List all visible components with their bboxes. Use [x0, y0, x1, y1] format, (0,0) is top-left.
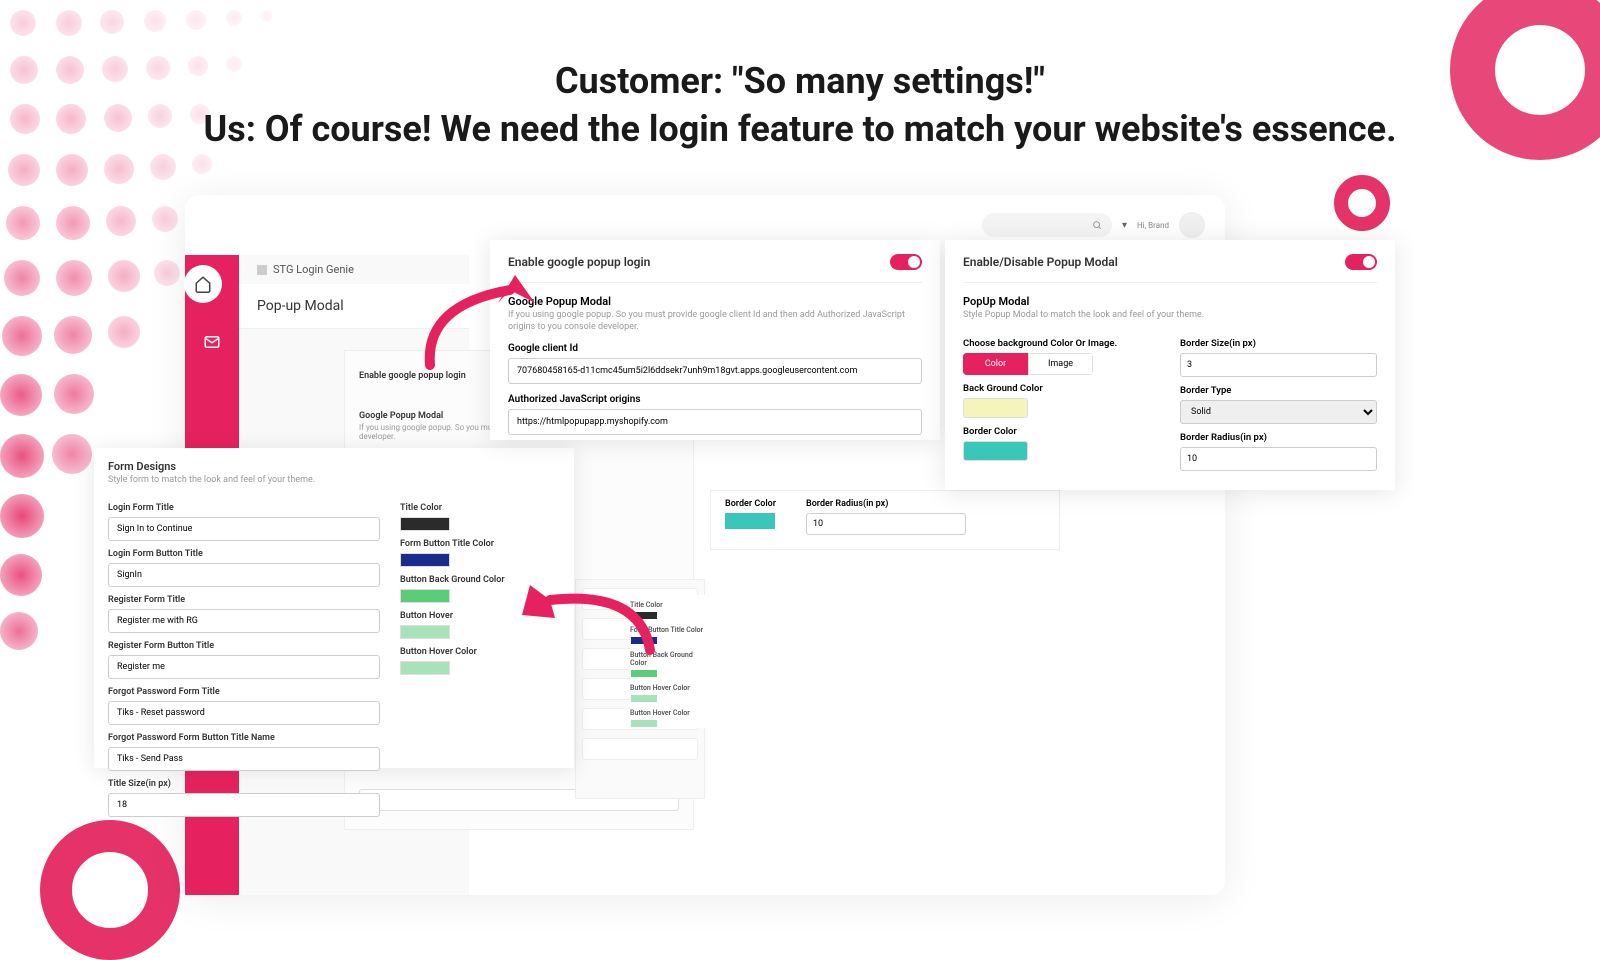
arrow-annotation-2: [510, 580, 660, 670]
border-radius-input[interactable]: [1180, 447, 1377, 471]
title-color-swatch[interactable]: [400, 517, 450, 531]
google-origins-label: Authorized JavaScript origins: [508, 394, 922, 405]
mini-btn-hover-swatch[interactable]: [630, 694, 658, 703]
forgot-title-label: Forgot Password Form Title: [108, 687, 380, 697]
border-color-label: Border Color: [963, 426, 1160, 437]
arrow-annotation-1: [420, 275, 560, 375]
ring-decoration-bottom: [40, 820, 180, 960]
mini-btn-bg-swatch[interactable]: [630, 669, 658, 678]
bg-choice-pills: Color Image: [963, 353, 1093, 375]
search-input[interactable]: [982, 213, 1112, 237]
popup-enable-toggle[interactable]: [1345, 254, 1377, 270]
form-designs-panel: Form Designs Style form to match the loo…: [94, 448, 574, 768]
ring-decoration-small: [1334, 175, 1390, 231]
border-type-select[interactable]: Solid: [1180, 400, 1377, 424]
forgot-btn-label: Forgot Password Form Button Title Name: [108, 733, 380, 743]
bg-color-label: Back Ground Color: [963, 383, 1160, 394]
app-name-label: STG Login Genie: [273, 263, 354, 276]
sidebar-item-mail[interactable]: [193, 323, 231, 361]
border-color-label-b: Border Color: [725, 499, 776, 509]
forgot-title-input[interactable]: [108, 701, 380, 725]
google-modal-heading: Google Popup Modal: [508, 295, 922, 308]
google-panel-header: Enable google popup login: [508, 255, 650, 269]
title-size-label: Title Size(in px): [108, 779, 380, 789]
mini-btn-hover-color-label: Button Hover Color: [630, 709, 705, 717]
form-designs-heading: Form Designs: [108, 460, 560, 473]
popup-modal-panel: Enable/Disable Popup Modal PopUp Modal S…: [945, 240, 1395, 490]
register-btn-label: Register Form Button Title: [108, 641, 380, 651]
register-title-label: Register Form Title: [108, 595, 380, 605]
pill-image[interactable]: Image: [1028, 353, 1093, 375]
subheadline-text: Us: Of course! We need the login feature…: [0, 108, 1600, 150]
bg-choice-label: Choose background Color Or Image.: [963, 338, 1160, 349]
search-icon: [1092, 220, 1102, 230]
register-title-input[interactable]: [108, 609, 380, 633]
bg-color-swatch[interactable]: [963, 398, 1028, 418]
mini-btn-hover-color-swatch[interactable]: [630, 719, 658, 728]
dropdown-caret-icon[interactable]: ▾: [1122, 220, 1127, 231]
mail-icon: [203, 333, 221, 351]
form-designs-desc: Style form to match the look and feel of…: [108, 475, 560, 485]
avatar[interactable]: [1179, 212, 1205, 238]
forgot-btn-input[interactable]: [108, 747, 380, 771]
btn-hover-swatch[interactable]: [400, 625, 450, 639]
sidebar-item-home[interactable]: [184, 265, 222, 303]
user-greeting: Hi, Brand: [1137, 221, 1169, 230]
google-origins-input[interactable]: [508, 409, 922, 435]
border-radius-label-b: Border Radius(in px): [806, 499, 966, 509]
form-btn-title-color-label: Form Button Title Color: [400, 539, 560, 549]
border-radius-label: Border Radius(in px): [1180, 432, 1377, 443]
border-color-swatch[interactable]: [963, 441, 1028, 461]
google-enable-toggle[interactable]: [890, 254, 922, 270]
login-btn-input[interactable]: [108, 563, 380, 587]
title-size-input[interactable]: [108, 793, 380, 817]
folder-icon: [257, 265, 267, 275]
login-btn-label: Login Form Button Title: [108, 549, 380, 559]
border-size-input[interactable]: [1180, 353, 1377, 377]
title-color-label: Title Color: [400, 503, 560, 513]
headline-text: Customer: "So many settings!": [0, 60, 1600, 102]
popup-style-strip: Border Color Border Radius(in px): [710, 490, 1060, 550]
login-title-label: Login Form Title: [108, 503, 380, 513]
border-color-swatch-b[interactable]: [725, 513, 775, 529]
mini-btn-hover-label: Button Hover Color: [630, 684, 705, 692]
btn-bg-swatch[interactable]: [400, 589, 450, 603]
google-client-id-input[interactable]: [508, 358, 922, 384]
form-btn-title-color-swatch[interactable]: [400, 553, 450, 567]
login-title-input[interactable]: [108, 517, 380, 541]
google-modal-desc: If you using google popup. So you must p…: [508, 310, 922, 333]
border-radius-input-b[interactable]: [806, 513, 966, 535]
pill-color[interactable]: Color: [963, 353, 1028, 375]
google-client-id-label: Google client Id: [508, 343, 922, 354]
border-type-label: Border Type: [1180, 385, 1377, 396]
btn-hover-color-swatch[interactable]: [400, 661, 450, 675]
popup-modal-heading: PopUp Modal: [963, 295, 1377, 308]
border-size-label: Border Size(in px): [1180, 338, 1377, 349]
register-btn-input[interactable]: [108, 655, 380, 679]
popup-modal-desc: Style Popup Modal to match the look and …: [963, 310, 1377, 320]
popup-panel-header: Enable/Disable Popup Modal: [963, 255, 1118, 269]
home-icon: [194, 275, 212, 293]
